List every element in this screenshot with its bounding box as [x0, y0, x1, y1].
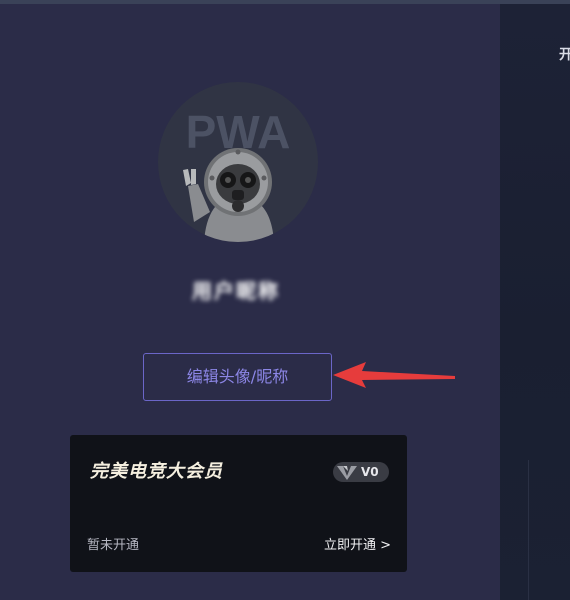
right-panel-heading: 开	[559, 47, 570, 63]
vip-level-text: V0	[361, 465, 379, 479]
right-panel-divider	[528, 460, 529, 600]
edit-avatar-nickname-button[interactable]: 编辑头像/昵称	[143, 353, 332, 401]
vip-card[interactable]: 完美电竞大会员 V0 暂未开通 立即开通 >	[70, 435, 407, 572]
vip-title: 完美电竞大会员	[90, 461, 223, 482]
vip-status: 暂未开通	[87, 538, 140, 553]
right-panel	[500, 4, 570, 600]
vip-open-link[interactable]: 立即开通 >	[324, 534, 391, 553]
avatar-image: PWA	[183, 106, 290, 242]
red-arrow-icon	[333, 362, 455, 388]
nickname: 用户昵称	[192, 279, 280, 303]
vip-level-badge: V0	[333, 462, 389, 482]
diamond-icon	[337, 466, 357, 480]
avatar[interactable]: PWA	[158, 82, 318, 242]
